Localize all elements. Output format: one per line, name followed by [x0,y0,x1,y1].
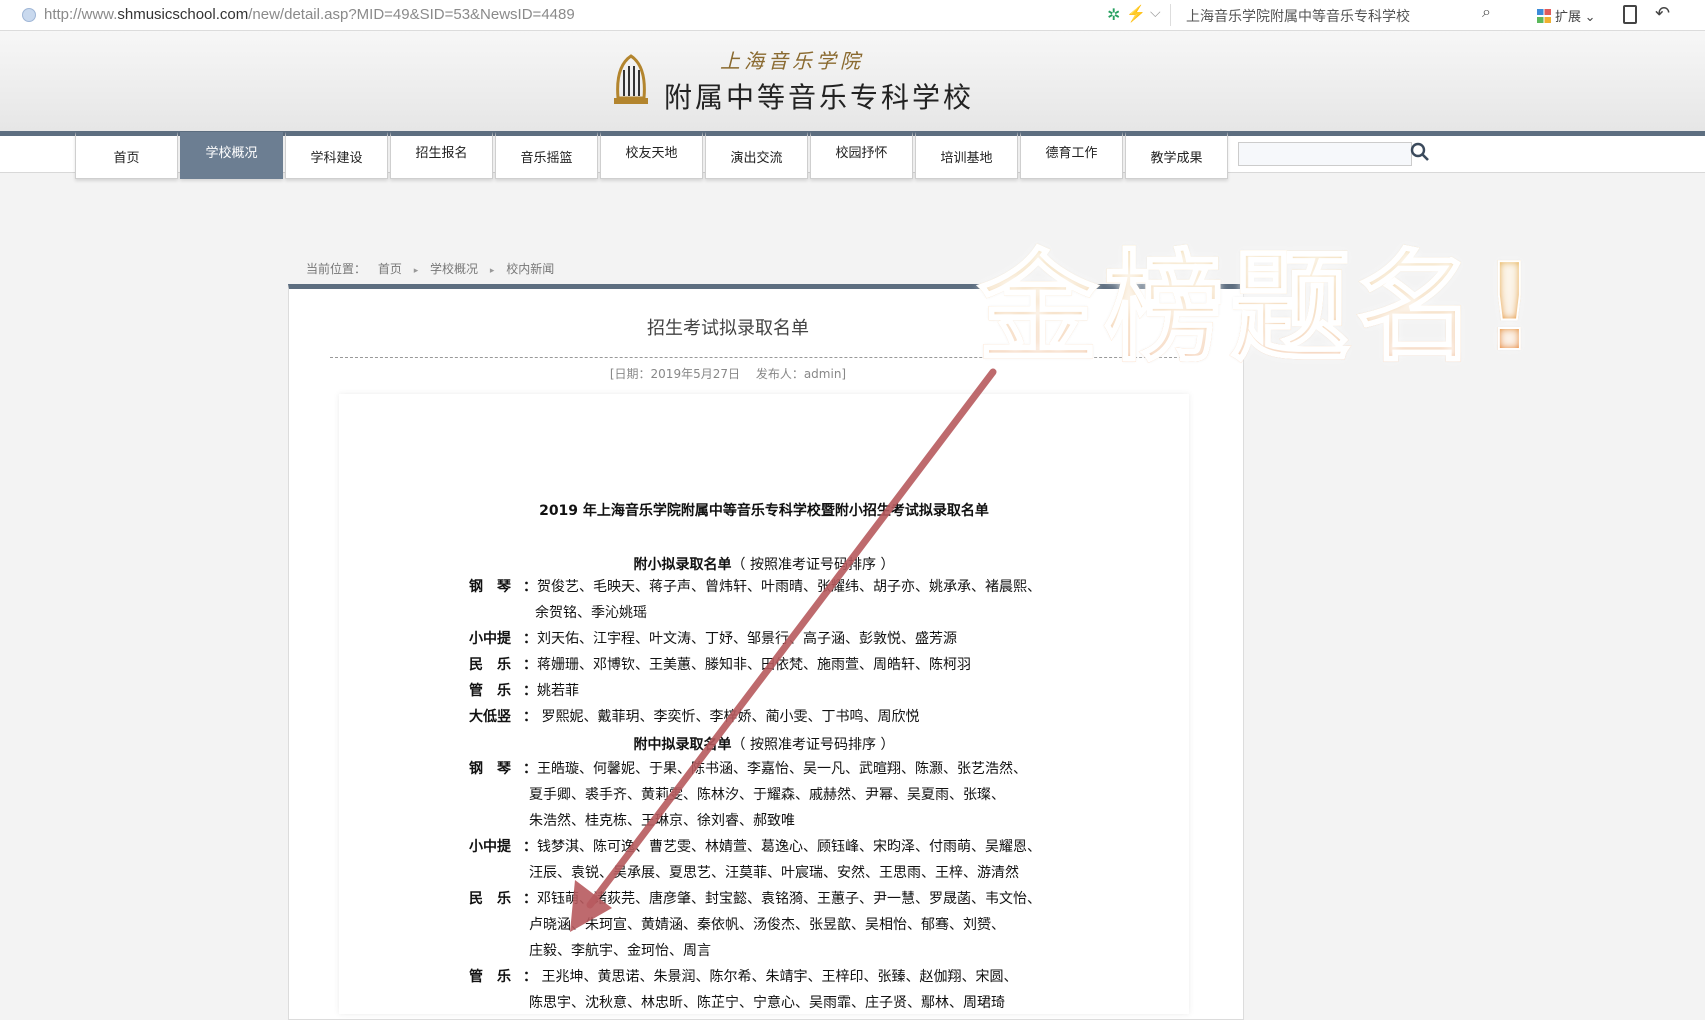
nav-item-disciplines[interactable]: 学科建设 [285,132,388,179]
article-date: [日期：2019年5月27日 [609,367,740,381]
nav-item-training[interactable]: 培训基地 [915,132,1018,179]
list-item: 小中提 ：钱梦淇、陈可逸、曹艺雯、林婧萱、葛逸心、顾钰峰、宋昀泽、付雨萌、吴耀恩、 [469,834,1041,860]
list-item-continued: 庄毅、李航宇、金珂怡、周言 [529,943,711,959]
list-item-continued: 卢晓涵、朱珂宣、黄婧涵、秦依帆、汤俊杰、张昱歆、吴相怡、郁骞、刘赟、 [529,917,1005,933]
list-item: 大低竖： 罗熙妮、戴菲玥、李奕忻、李梓娇、蔺小雯、丁书鸣、周欣悦 [469,704,919,730]
breadcrumb-arrow-icon: ▸ [489,266,495,276]
nav-item-campus[interactable]: 校园抒怀 [810,132,913,179]
instrument-label: 民 乐 [469,657,511,673]
student-names: 王兆坤、黄思诺、朱景润、陈尔希、朱靖宇、王梓印、张臻、赵伽翔、宋圆、 [537,969,1018,985]
apps-icon [1537,9,1551,23]
student-names: 贺俊艺、毛映天、蒋子声、曾炜轩、叶雨晴、张耀纬、胡子亦、姚承承、褚晨熙、 [537,579,1041,595]
extensions-button[interactable]: 扩展 ⌄ [1537,6,1596,25]
list-item: 小中提 ：刘天佑、江宇程、叶文涛、丁妤、邹景行、高子涵、彭敦悦、盛芳源 [469,626,957,652]
congratulations-overlay-text: 金榜题名! [977,210,1543,384]
admission-list-document: 2019 年上海音乐学院附属中等音乐专科学校暨附小招生考试拟录取名单 附小拟录取… [339,394,1189,1014]
article-author: 发布人：admin] [755,367,847,381]
url-path: /new/detail.asp?MID=49&SID=53&NewsID=448… [248,6,575,23]
globe-icon [22,8,36,22]
nav-item-admissions[interactable]: 招生报名 [390,132,493,179]
list-item: 管 乐：姚若菲 [469,678,579,704]
address-bar[interactable]: http://www.shmusicschool.com/new/detail.… [44,6,575,23]
instrument-label: 钢 琴 [469,761,511,777]
chevron-down-icon[interactable]: ⌵ [1150,4,1161,21]
list-item: 钢 琴：贺俊艺、毛映天、蒋子声、曾炜轩、叶雨晴、张耀纬、胡子亦、姚承承、褚晨熙、 [469,574,1041,600]
url-domain: shmusicschool.com [117,6,249,23]
section-primary-bold: 附小拟录取名单 [633,557,732,573]
instrument-label: 大低竖 [469,709,511,725]
document-title: 2019 年上海音乐学院附属中等音乐专科学校暨附小招生考试拟录取名单 [539,503,989,519]
breadcrumb: 当前位置： 首页 ▸ 学校概况 ▸ 校内新闻 [306,260,562,277]
site-search-input[interactable] [1238,142,1412,166]
list-item: 民 乐：蒋姗珊、邓博钦、王美蕙、滕知非、田依梵、施雨萱、周皓轩、陈柯羽 [469,652,971,678]
breadcrumb-home[interactable]: 首页 [378,262,402,276]
student-names: 王皓璇、何馨妮、于果、陈书涵、李嘉怡、吴一凡、武暄翔、陈灏、张艺浩然、 [537,761,1027,777]
device-icon[interactable] [1623,5,1637,24]
extensions-label: 扩展 [1555,9,1582,24]
divider [1170,4,1171,26]
school-name: 附属中等音乐专科学校 [664,81,975,114]
list-item-continued: 夏手卿、裘手齐、黄莉雯、陈林汐、于耀森、戚赫然、尹幂、吴夏雨、张璨、 [529,787,1005,803]
browser-bar: http://www.shmusicschool.com/new/detail.… [0,0,1705,31]
instrument-label: 管 乐 [469,969,511,985]
list-item: 管 乐： 王兆坤、黄思诺、朱景润、陈尔希、朱靖宇、王梓印、张臻、赵伽翔、宋圆、 [469,964,1017,990]
search-icon[interactable]: ⌕ [1482,4,1491,22]
section-primary-note: （ 按照准考证号码排序 ） [731,557,895,573]
lightning-icon[interactable]: ⚡ [1126,4,1146,24]
school-script-name: 上海音乐学院 [720,49,864,73]
breadcrumb-label: 当前位置： [306,262,367,276]
section-primary-heading: 附小拟录取名单（ 按照准考证号码排序 ） [339,554,1189,574]
instrument-label: 小中提 [469,839,511,855]
search-engine-box[interactable]: 上海音乐学院附属中等音乐专科学校 [1186,6,1410,26]
section-secondary-note: （ 按照准考证号码排序 ） [731,737,895,753]
breadcrumb-arrow-icon: ▸ [413,266,419,276]
student-names: 罗熙妮、戴菲玥、李奕忻、李梓娇、蔺小雯、丁书鸣、周欣悦 [537,709,920,725]
instrument-label: 民 乐 [469,891,511,907]
student-names: 蒋姗珊、邓博钦、王美蕙、滕知非、田依梵、施雨萱、周皓轩、陈柯羽 [537,657,971,673]
list-item-continued: 余贺铭、季沁姚瑶 [535,605,647,621]
section-secondary-heading: 附中拟录取名单（ 按照准考证号码排序 ） [339,734,1189,754]
nav-item-cradle[interactable]: 音乐摇篮 [495,132,598,179]
nav-item-about[interactable]: 学校概况 [180,132,283,179]
sync-icon[interactable]: ✲ [1107,5,1120,25]
student-names: 姚若菲 [537,683,579,699]
list-item-continued: 朱浩然、桂克栋、王琳京、徐刘睿、郝致唯 [529,813,795,829]
student-names: 邓钰萌、诸荻芫、唐彦肇、封宝懿、袁铭漪、王蕙子、尹一慧、罗晟菡、韦文怡、 [537,891,1041,907]
list-item: 钢 琴：王皓璇、何馨妮、于果、陈书涵、李嘉怡、吴一凡、武暄翔、陈灏、张艺浩然、 [469,756,1027,782]
nav-item-alumni[interactable]: 校友天地 [600,132,703,179]
section-secondary-bold: 附中拟录取名单 [633,737,732,753]
nav-item-performance[interactable]: 演出交流 [705,132,808,179]
instrument-label: 管 乐 [469,683,511,699]
school-logo-icon [614,54,648,104]
nav-item-home[interactable]: 首页 [75,132,178,179]
breadcrumb-news[interactable]: 校内新闻 [506,262,554,276]
url-prefix: http://www. [44,6,118,23]
nav-item-moral[interactable]: 德育工作 [1020,132,1123,179]
nav-item-achievements[interactable]: 教学成果 [1125,132,1228,179]
search-icon[interactable] [1410,142,1430,162]
instrument-label: 小中提 [469,631,511,647]
list-item-continued: 陈思宇、沈秋意、林忠昕、陈芷宁、宁意心、吴雨霏、庄子贤、鄢林、周珺琦 [529,995,1005,1011]
student-names: 刘天佑、江宇程、叶文涛、丁妤、邹景行、高子涵、彭敦悦、盛芳源 [537,631,957,647]
list-item-continued: 汪辰、袁锐、吴承展、夏思艺、汪莫菲、叶宸瑞、安然、王思雨、王梓、游清然 [529,865,1019,881]
undo-icon[interactable]: ↶ [1655,3,1670,24]
breadcrumb-about[interactable]: 学校概况 [430,262,478,276]
list-item: 民 乐：邓钰萌、诸荻芫、唐彦肇、封宝懿、袁铭漪、王蕙子、尹一慧、罗晟菡、韦文怡、 [469,886,1041,912]
instrument-label: 钢 琴 [469,579,511,595]
student-names: 钱梦淇、陈可逸、曹艺雯、林婧萱、葛逸心、顾钰峰、宋昀泽、付雨萌、吴耀恩、 [537,839,1041,855]
